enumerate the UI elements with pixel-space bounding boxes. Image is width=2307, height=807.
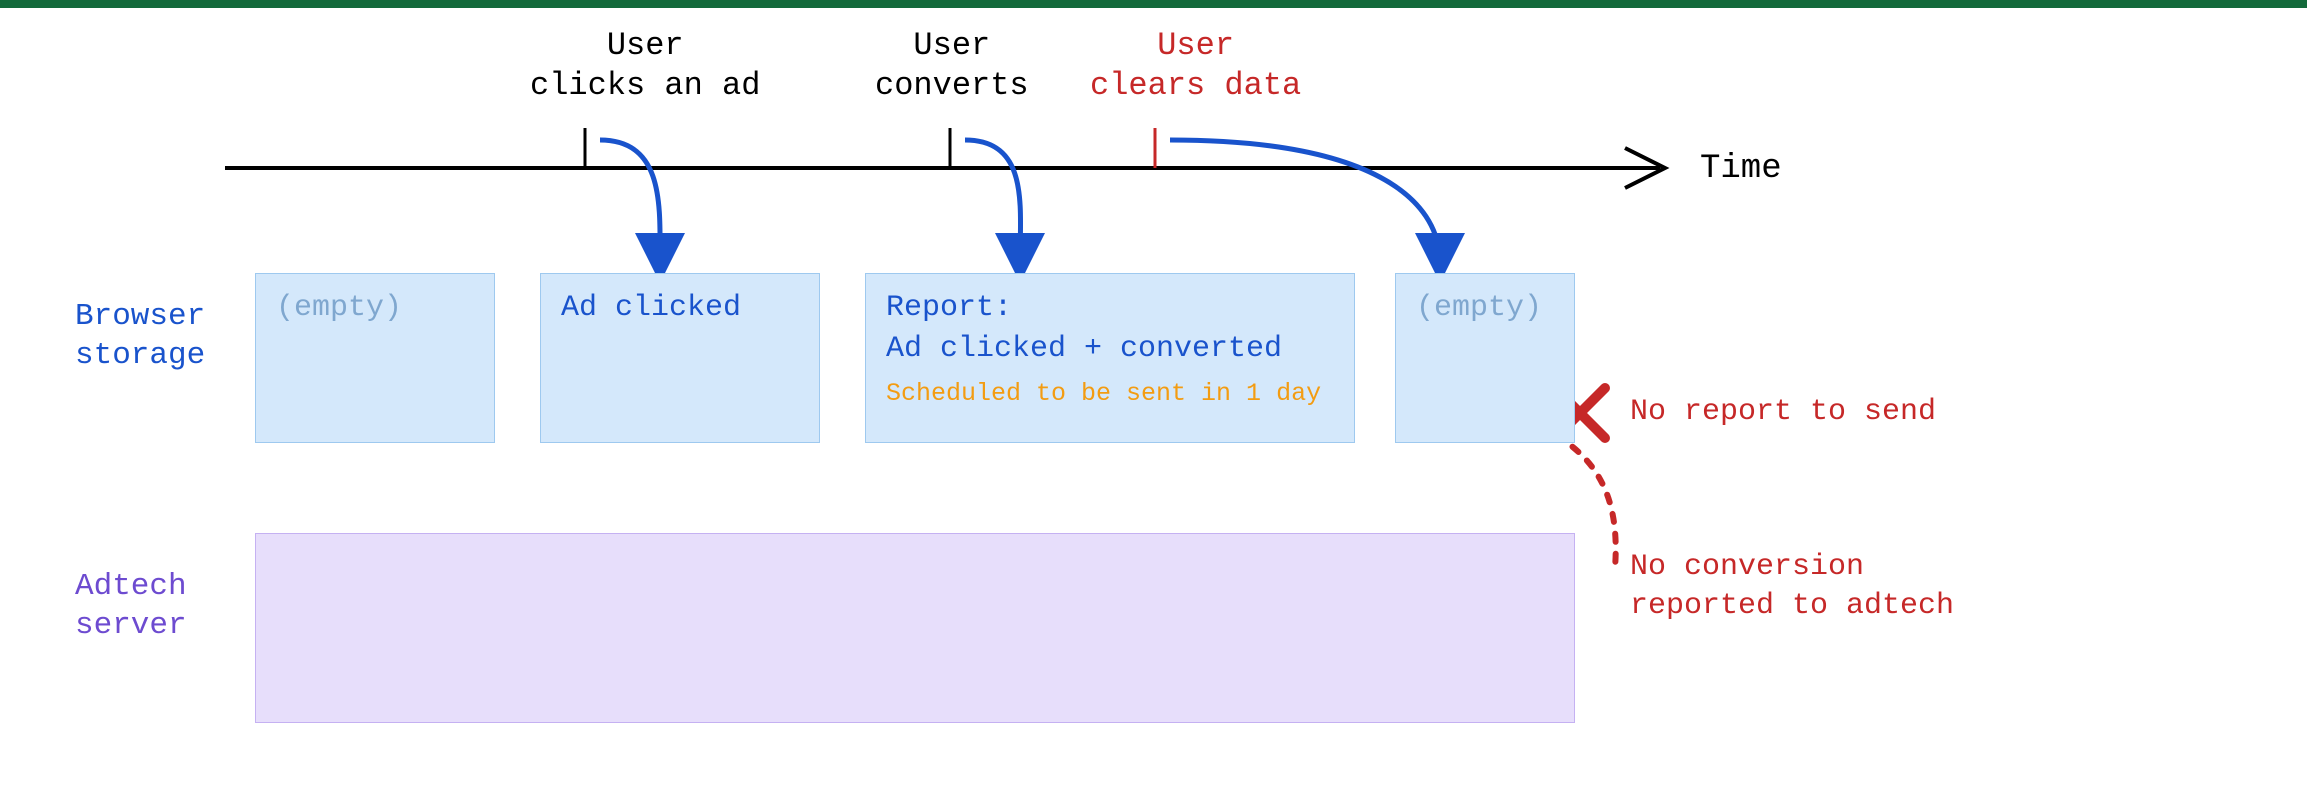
event-label-converts: User converts xyxy=(875,26,1029,106)
row-label-adtech-server: Adtech server xyxy=(75,568,187,646)
storage-box-empty-2-text: (empty) xyxy=(1416,288,1554,329)
diagram-stage: User clicks an ad User converts User cle… xyxy=(0,8,2307,807)
storage-box-ad-clicked-text: Ad clicked xyxy=(561,288,799,329)
storage-box-report-schedule: Scheduled to be sent in 1 day xyxy=(886,379,1334,408)
event-label-clicks-ad: User clicks an ad xyxy=(530,26,760,106)
time-axis-label: Time xyxy=(1700,150,1782,188)
arrow-convert-to-storage xyxy=(965,140,1021,263)
row-label-browser-storage: Browser storage xyxy=(75,298,205,376)
window-accent-bar xyxy=(0,0,2307,8)
annotation-no-report: No report to send xyxy=(1630,393,1936,432)
storage-box-report: Report: Ad clicked + converted Scheduled… xyxy=(865,273,1355,443)
arrow-clear-to-storage xyxy=(1170,140,1440,263)
annotation-no-conversion: No conversion reported to adtech xyxy=(1630,548,1954,626)
storage-box-empty-1: (empty) xyxy=(255,273,495,443)
time-axis-arrowhead xyxy=(1625,148,1665,188)
event-label-clears-data: User clears data xyxy=(1090,26,1301,106)
storage-box-ad-clicked: Ad clicked xyxy=(540,273,820,443)
storage-box-empty-1-text: (empty) xyxy=(276,288,474,329)
arrow-click-to-storage xyxy=(600,140,660,263)
adtech-server-box xyxy=(255,533,1575,723)
storage-box-empty-2: (empty) xyxy=(1395,273,1575,443)
storage-box-report-title: Report: Ad clicked + converted xyxy=(886,288,1334,369)
